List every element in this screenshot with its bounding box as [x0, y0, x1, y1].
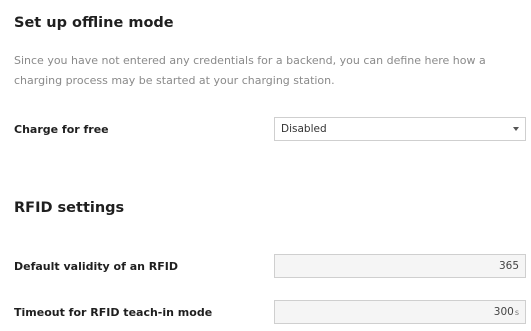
default-validity-input[interactable]: 365 [274, 254, 526, 278]
chevron-down-icon [513, 127, 519, 131]
teach-in-timeout-field-content: 300s [494, 306, 519, 318]
charge-for-free-value: Disabled [281, 123, 327, 135]
charge-for-free-select[interactable]: Disabled [274, 117, 526, 141]
teach-in-timeout-input[interactable]: 300s [274, 300, 526, 324]
offline-mode-title: Set up offline mode [14, 15, 174, 31]
teach-in-timeout-unit: s [514, 308, 519, 317]
offline-mode-description: Since you have not entered any credentia… [14, 54, 486, 87]
charge-for-free-label: Charge for free [14, 123, 109, 136]
settings-panel: Set up offline mode Since you have not e… [0, 0, 531, 331]
default-validity-value: 365 [498, 260, 519, 272]
rfid-settings-title: RFID settings [14, 200, 125, 216]
teach-in-timeout-value: 300 [493, 306, 514, 318]
default-validity-label: Default validity of an RFID [14, 260, 178, 273]
teach-in-timeout-label: Timeout for RFID teach-in mode [14, 306, 213, 319]
